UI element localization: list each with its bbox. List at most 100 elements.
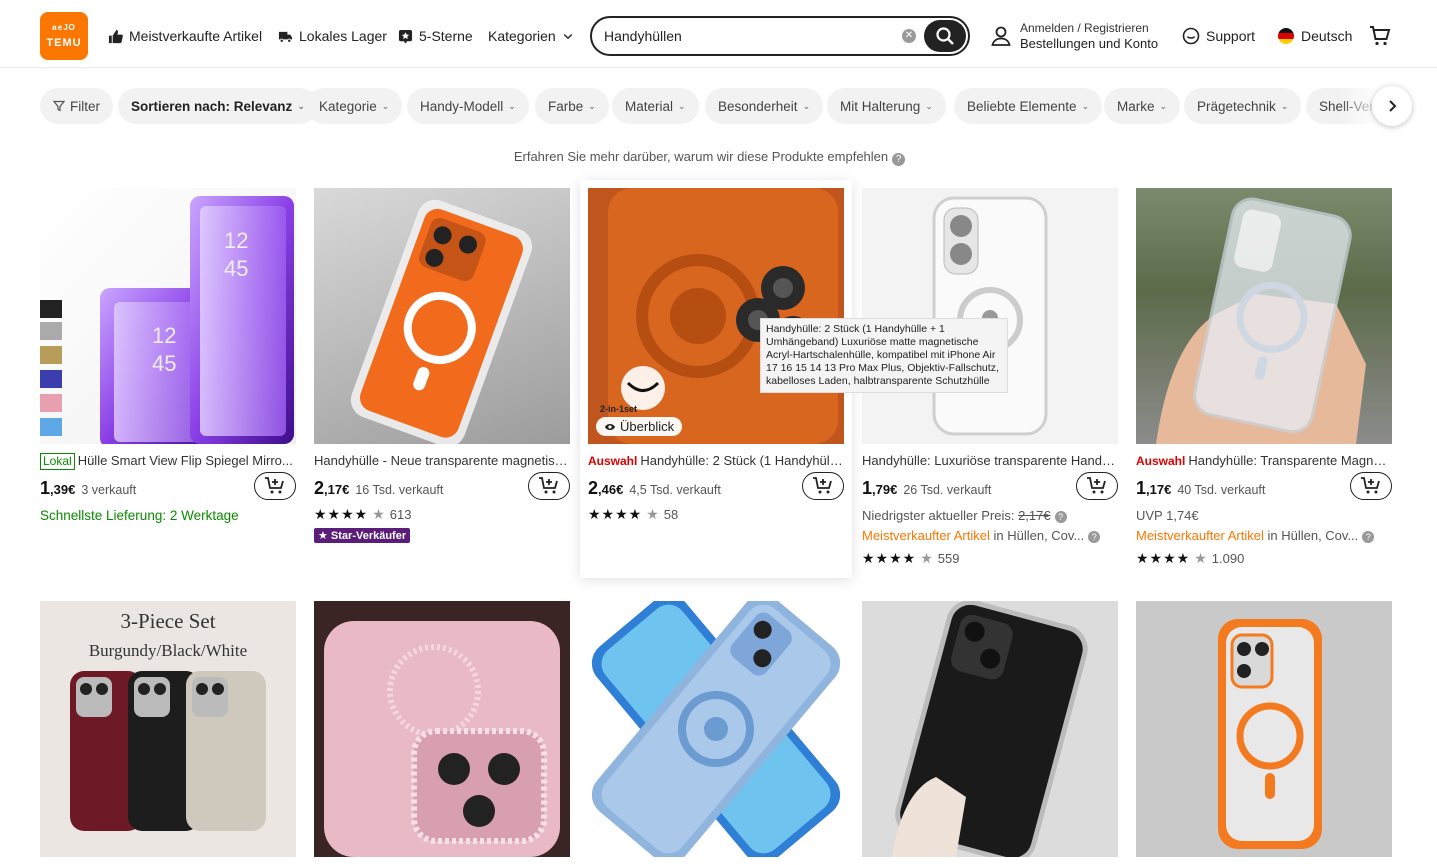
- product-image[interactable]: 12 45 12 45: [40, 188, 296, 444]
- nav-categories[interactable]: Kategorien: [488, 26, 574, 46]
- star-badge-icon: [398, 29, 413, 44]
- cart-plus-icon: [265, 477, 284, 494]
- embossing-chip[interactable]: Prägetechnik ⌄: [1184, 88, 1302, 124]
- rating: ★★★★ ★ 613: [314, 505, 412, 522]
- delivery-info: Schnellste Lieferung: 2 Werktage: [40, 508, 239, 523]
- bestseller-info[interactable]: Meistverkaufter Artikel in Hüllen, Cov..…: [1136, 526, 1392, 546]
- product-card[interactable]: [314, 601, 570, 857]
- chevron-down-icon: ⌄: [1159, 100, 1168, 111]
- lowest-price-info: Niedrigster aktueller Preis: 2,17€?: [862, 506, 1118, 526]
- search-button[interactable]: [924, 20, 966, 52]
- product-card[interactable]: Handyhülle - Neue transparente magnetisc…: [314, 188, 570, 544]
- nav-local-warehouse[interactable]: Lokales Lager: [278, 26, 387, 46]
- feature-chip[interactable]: Besonderheit ⌄: [705, 88, 824, 124]
- nav-support[interactable]: Support: [1182, 26, 1255, 46]
- auswahl-badge: Auswahl: [1136, 454, 1186, 468]
- popular-elements-chip[interactable]: Beliebte Elemente ⌄: [954, 88, 1103, 124]
- rating: ★★★★ ★ 559: [862, 549, 960, 566]
- chips-next-button[interactable]: [1372, 86, 1412, 126]
- filter-icon: [53, 100, 65, 112]
- chevron-down-icon: ⌄: [508, 100, 516, 111]
- search-icon: [936, 27, 954, 45]
- phone-model-chip[interactable]: Handy-Modell ⌄: [407, 88, 529, 124]
- sold-count: 4,5 Tsd. verkauft: [629, 483, 721, 497]
- question-icon[interactable]: ?: [1362, 531, 1375, 543]
- orange-case-illustration: [350, 199, 533, 444]
- sold-count: 26 Tsd. verkauft: [903, 483, 992, 497]
- sold-count: 40 Tsd. verkauft: [1177, 483, 1266, 497]
- product-card[interactable]: 3-Piece Set Burgundy/Black/White: [40, 601, 296, 857]
- product-image[interactable]: [1136, 601, 1392, 857]
- product-price: 1,79€: [862, 478, 898, 498]
- chat-support-icon: [1182, 27, 1200, 45]
- question-icon[interactable]: ?: [1054, 511, 1067, 523]
- add-to-cart-button[interactable]: [1350, 472, 1392, 500]
- sort-chip[interactable]: Sortieren nach: Relevanz ⌄: [118, 88, 318, 124]
- product-image[interactable]: [314, 601, 570, 857]
- add-to-cart-button[interactable]: [528, 472, 570, 500]
- question-icon[interactable]: ?: [1088, 531, 1101, 543]
- account-menu[interactable]: Anmelden / Registrieren Bestellungen und…: [990, 20, 1158, 52]
- add-to-cart-button[interactable]: [254, 472, 296, 500]
- product-title[interactable]: Auswahl Handyhülle: Transparente Magnetis…: [1136, 452, 1392, 470]
- chevron-down-icon: ⌄: [297, 100, 305, 111]
- cart-plus-icon: [539, 477, 558, 494]
- product-price: 1,39€: [40, 478, 76, 498]
- product-title[interactable]: Handyhülle: Luxuriöse transparente Handy…: [862, 452, 1118, 470]
- product-card[interactable]: [588, 601, 844, 857]
- recommendation-info[interactable]: Erfahren Sie mehr darüber, warum wir die…: [0, 149, 1419, 166]
- local-badge: Lokal: [40, 453, 75, 470]
- nav-five-stars[interactable]: 5-Sterne: [398, 26, 473, 46]
- rating: ★★★★ ★ 1.090: [1136, 549, 1245, 566]
- product-title[interactable]: Lokal Hülle Smart View Flip Spiegel Mirro…: [40, 452, 296, 470]
- three-piece-set-illustration: 3-Piece Set Burgundy/Black/White: [70, 609, 266, 831]
- language-selector[interactable]: Deutsch: [1277, 26, 1352, 46]
- black-clear-case-illustration: [892, 601, 1088, 857]
- clear-search-icon[interactable]: ✕: [902, 29, 916, 43]
- add-to-cart-button[interactable]: [1076, 472, 1118, 500]
- question-icon: ?: [892, 153, 906, 166]
- filter-chip[interactable]: Filter: [40, 88, 113, 124]
- brand-chip[interactable]: Marke ⌄: [1104, 88, 1181, 124]
- product-card[interactable]: 12 45 12 45 Lokal Hülle Smart View Flip S…: [40, 188, 296, 526]
- with-holder-chip[interactable]: Mit Halterung ⌄: [827, 88, 946, 124]
- top-header: ᵃᵉᴶᴼ TEMU Meistverkaufte Artikel Lokales…: [0, 0, 1437, 68]
- search-input[interactable]: [604, 28, 894, 44]
- nav-bestsellers[interactable]: Meistverkaufte Artikel: [108, 26, 262, 46]
- product-card[interactable]: [862, 601, 1118, 857]
- product-image[interactable]: 3-Piece Set Burgundy/Black/White: [40, 601, 296, 857]
- product-image[interactable]: [862, 601, 1118, 857]
- germany-flag-icon: [1278, 28, 1294, 44]
- chevron-down-icon: ⌄: [1280, 100, 1289, 111]
- product-image[interactable]: [862, 188, 1118, 444]
- product-title[interactable]: Auswahl Handyhülle: 2 Stück (1 Handyhülle…: [588, 452, 844, 470]
- chevron-down-icon: ⌄: [678, 100, 686, 111]
- product-card[interactable]: Auswahl Handyhülle: Transparente Magnetis…: [1136, 188, 1392, 568]
- flip-case-illustration: 12 45 12 45: [40, 196, 294, 444]
- temu-logo[interactable]: ᵃᵉᴶᴼ TEMU: [40, 12, 88, 60]
- material-chip[interactable]: Material ⌄: [612, 88, 699, 124]
- chevron-down-icon: ⌄: [381, 100, 390, 111]
- svg-text:12: 12: [152, 323, 176, 348]
- color-chip[interactable]: Farbe ⌄: [535, 88, 609, 124]
- add-to-cart-button[interactable]: [802, 472, 844, 500]
- chevron-right-icon: [1389, 100, 1397, 112]
- auswahl-badge: Auswahl: [588, 454, 638, 468]
- product-title[interactable]: Handyhülle - Neue transparente magnetisc…: [314, 452, 570, 470]
- product-card[interactable]: [1136, 601, 1392, 857]
- overview-button[interactable]: Überblick: [596, 417, 683, 436]
- cart-icon[interactable]: [1368, 24, 1392, 48]
- product-image[interactable]: [1136, 188, 1392, 444]
- cart-plus-icon: [813, 477, 832, 494]
- product-image[interactable]: [588, 601, 844, 857]
- hand-clear-case-illustration: [1156, 197, 1366, 444]
- orange-frame-case-illustration: [1218, 619, 1322, 849]
- bestseller-info[interactable]: Meistverkaufter Artikel in Hüllen, Cov..…: [862, 526, 1118, 546]
- set-label: 2-in-1set: [600, 404, 638, 414]
- product-image[interactable]: [314, 188, 570, 444]
- product-price: 1,17€: [1136, 478, 1172, 498]
- user-icon: [991, 26, 1011, 46]
- product-image[interactable]: 2-in-1set Überblick: [588, 188, 844, 444]
- category-chip[interactable]: Kategorie ⌄: [306, 88, 403, 124]
- sold-count: 3 verkauft: [81, 483, 137, 497]
